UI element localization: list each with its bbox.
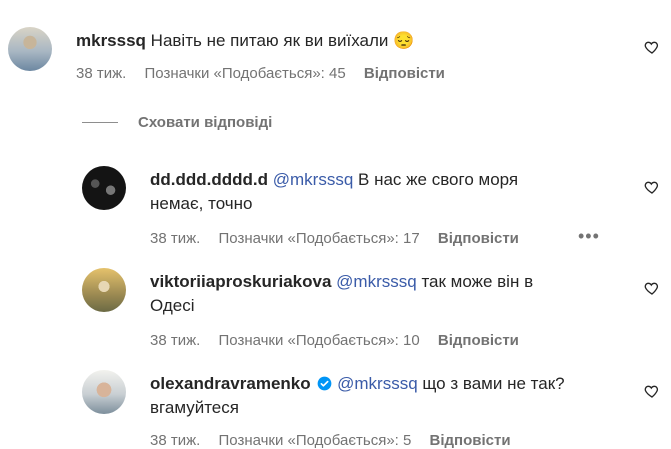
avatar[interactable] [82,268,126,312]
verified-badge-icon [318,376,332,391]
comment-body: що з вами не так? [422,374,565,393]
comment-body: Навіть не питаю як ви виїхали [150,31,389,50]
divider [82,122,118,123]
avatar[interactable] [82,166,126,210]
comment-text: dd.ddd.dddd.d @mkrsssq В нас же свого мо… [150,168,590,216]
avatar[interactable] [8,27,52,71]
comment-body: В нас же свого моря [358,170,519,189]
reply-button[interactable]: Відповісти [438,332,519,349]
comment-meta: 38 тиж. Позначки «Подобається»: 45 Відпо… [76,65,459,82]
hide-replies-label: Сховати відповіді [138,114,273,131]
likes-count[interactable]: Позначки «Подобається»: 17 [218,230,419,247]
emoji: 😔 [393,31,415,50]
comment-meta: 38 тиж. Позначки «Подобається»: 10 Відпо… [150,332,533,349]
comment-body-line2: Одесі [150,296,195,315]
avatar[interactable] [82,370,126,414]
reply-button[interactable]: Відповісти [438,230,519,247]
hide-replies-button[interactable]: Сховати відповіді [82,114,272,131]
comment-username[interactable]: olexandravramenko [150,374,311,393]
comment-text: mkrsssq Навіть не питаю як ви виїхали 😔 [76,29,616,53]
likes-count[interactable]: Позначки «Подобається»: 45 [144,65,345,82]
mention-link[interactable]: @mkrsssq [273,170,354,189]
comment-body-line2: немає, точно [150,194,253,213]
comment-text: viktoriiaproskuriakova @mkrsssq так може… [150,270,590,318]
reply-button[interactable]: Відповісти [364,65,445,82]
timestamp[interactable]: 38 тиж. [76,65,126,82]
comment-body: так може він в [421,272,534,291]
heart-icon[interactable] [644,280,660,296]
heart-icon[interactable] [644,179,660,195]
comment-username[interactable]: viktoriiaproskuriakova [150,272,331,291]
heart-icon[interactable] [644,383,660,399]
comment-text: olexandravramenko @mkrsssq що з вами не … [150,372,620,420]
likes-count[interactable]: Позначки «Подобається»: 10 [218,332,419,349]
comment-body-line2: вгамуйтеся [150,398,239,417]
timestamp[interactable]: 38 тиж. [150,230,200,247]
comment-username[interactable]: mkrsssq [76,31,146,50]
timestamp[interactable]: 38 тиж. [150,332,200,349]
mention-link[interactable]: @mkrsssq [337,374,418,393]
heart-icon[interactable] [644,39,660,55]
comment-username[interactable]: dd.ddd.dddd.d [150,170,268,189]
mention-link[interactable]: @mkrsssq [336,272,417,291]
more-options-icon[interactable]: ••• [578,226,600,247]
comment-meta: 38 тиж. Позначки «Подобається»: 17 Відпо… [150,230,533,247]
